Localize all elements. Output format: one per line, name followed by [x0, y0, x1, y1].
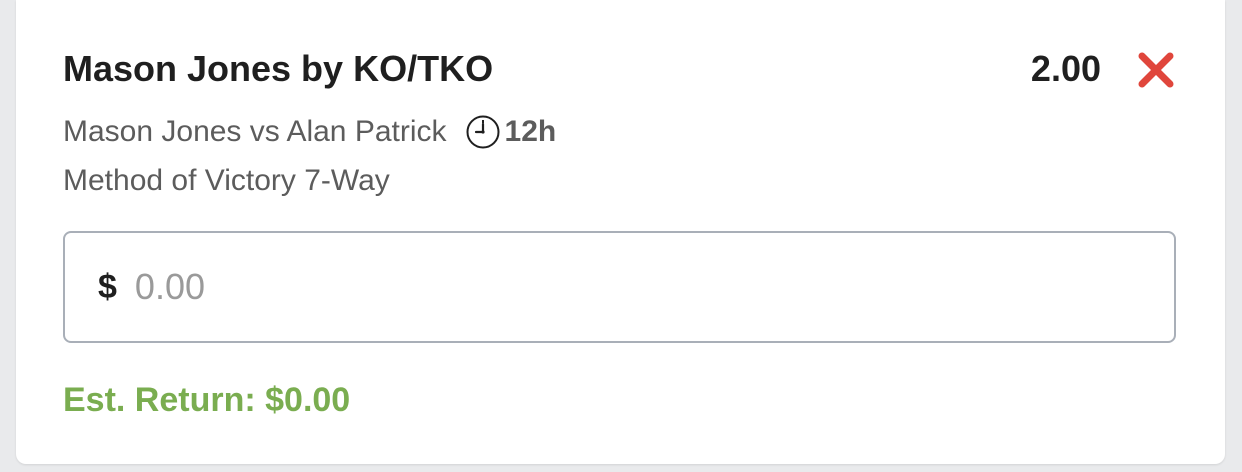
- odds-value: 2.00: [1030, 48, 1101, 89]
- time-to-start: 12h: [504, 115, 557, 148]
- estimated-return: Est. Return: $0.00: [63, 381, 351, 419]
- clock-icon: [466, 115, 500, 149]
- stake-field[interactable]: $: [63, 231, 1176, 343]
- close-icon: [1138, 52, 1174, 88]
- event-info: Mason Jones vs Alan Patrick 12h: [63, 113, 556, 151]
- remove-selection-button[interactable]: [1136, 50, 1176, 90]
- currency-symbol: $: [98, 267, 117, 306]
- market-name: Method of Victory 7-Way: [63, 164, 390, 197]
- selection-title: Mason Jones by KO/TKO: [63, 48, 494, 89]
- bet-slip-card: Mason Jones by KO/TKO 2.00 Mason Jones v…: [16, 0, 1225, 464]
- event-name: Mason Jones vs Alan Patrick: [63, 115, 447, 148]
- stake-input[interactable]: [134, 266, 1035, 308]
